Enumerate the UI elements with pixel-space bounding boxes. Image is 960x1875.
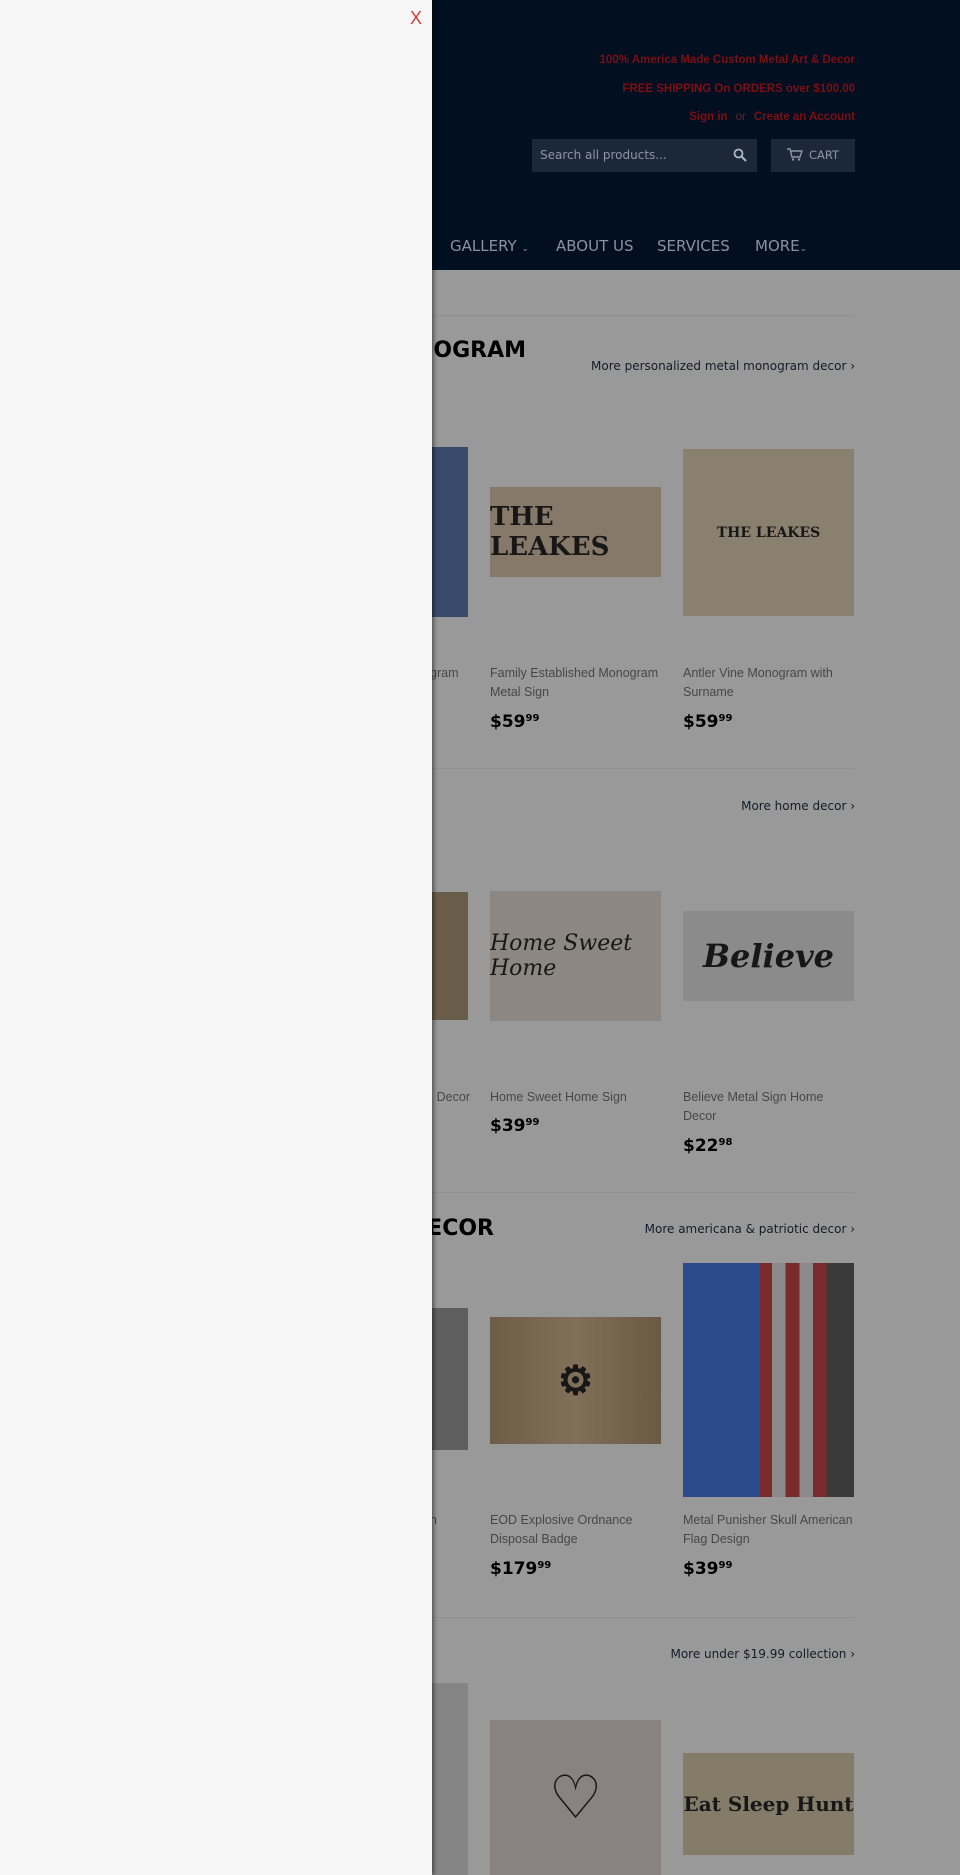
product-price: $5999 <box>683 712 733 732</box>
product-price: $17999 <box>490 1559 552 1579</box>
chevron-down-icon: ⌄ <box>799 244 808 254</box>
product-price: $2298 <box>683 1136 733 1156</box>
product-title[interactable]: Family Established Monogram Metal Sign <box>490 664 665 702</box>
product-title[interactable]: EOD Explosive Ordnance Disposal Badge <box>490 1511 665 1549</box>
product-image[interactable]: ♡ <box>490 1720 661 1875</box>
sign-art: Believe <box>702 937 835 975</box>
more-monogram-link[interactable]: More personalized metal monogram decor › <box>591 359 855 373</box>
nav-services[interactable]: SERVICES <box>657 237 730 255</box>
account-links: Sign in or Create an Account <box>689 111 855 123</box>
more-home-decor-link[interactable]: More home decor › <box>741 799 855 813</box>
more-americana-link[interactable]: More americana & patriotic decor › <box>645 1222 855 1236</box>
section-heading: ECOR <box>427 1216 494 1241</box>
cart-label: CART <box>808 148 840 162</box>
product-image[interactable] <box>683 1263 854 1497</box>
product-title[interactable]: Believe Metal Sign Home Decor <box>683 1088 858 1126</box>
product-title[interactable]: Metal Punisher Skull American Flag Desig… <box>683 1511 858 1549</box>
tagline: 100% America Made Custom Metal Art & Dec… <box>599 54 855 66</box>
search-input[interactable]: Search all products... <box>532 139 757 172</box>
nav-more[interactable]: MORE⌄ <box>755 237 807 255</box>
sign-in-link[interactable]: Sign in <box>689 111 727 123</box>
product-title[interactable]: gram <box>430 664 470 683</box>
product-image[interactable]: ⚙ <box>490 1317 661 1444</box>
cart-button[interactable]: CART <box>771 139 855 172</box>
product-image[interactable]: Eat Sleep Hunt <box>683 1753 854 1855</box>
search-placeholder: Search all products... <box>540 148 667 162</box>
sign-art: Home Sweet Home <box>490 931 633 981</box>
sign-art: THE LEAKES <box>716 524 821 541</box>
sign-art: Eat Sleep Hunt <box>683 1792 854 1816</box>
sign-art: THE LEAKES <box>490 502 610 562</box>
nav-gallery[interactable]: GALLERY ⌄ <box>450 237 529 255</box>
badge-art: ⚙ <box>557 1357 594 1404</box>
shipping-notice: FREE SHIPPING On ORDERS over $100.00 <box>622 83 855 95</box>
product-image[interactable]: THE LEAKES <box>490 487 661 577</box>
close-drawer-button[interactable]: X <box>410 8 422 29</box>
more-under-1999-link[interactable]: More under $19.99 collection › <box>670 1647 855 1661</box>
product-image[interactable]: Home Sweet Home <box>490 891 661 1021</box>
cart-icon <box>786 148 803 161</box>
or-text: or <box>735 111 746 123</box>
nav-about-us[interactable]: ABOUT US <box>556 237 634 255</box>
create-account-link[interactable]: Create an Account <box>754 111 855 123</box>
product-title[interactable]: Home Sweet Home Sign <box>490 1088 665 1107</box>
chevron-down-icon: ⌄ <box>521 244 530 254</box>
product-price: $3999 <box>490 1116 540 1136</box>
side-drawer: X <box>0 0 432 1875</box>
product-price: $3999 <box>683 1559 733 1579</box>
product-image[interactable]: Believe <box>683 911 854 1001</box>
product-image[interactable]: THE LEAKES <box>683 449 854 616</box>
search-icon[interactable] <box>733 148 747 162</box>
paw-heart-art: ♡ <box>548 1762 603 1833</box>
product-title[interactable]: Antler Vine Monogram with Surname <box>683 664 858 702</box>
product-title[interactable]: Decor <box>430 1088 470 1107</box>
product-price: $5999 <box>490 712 540 732</box>
